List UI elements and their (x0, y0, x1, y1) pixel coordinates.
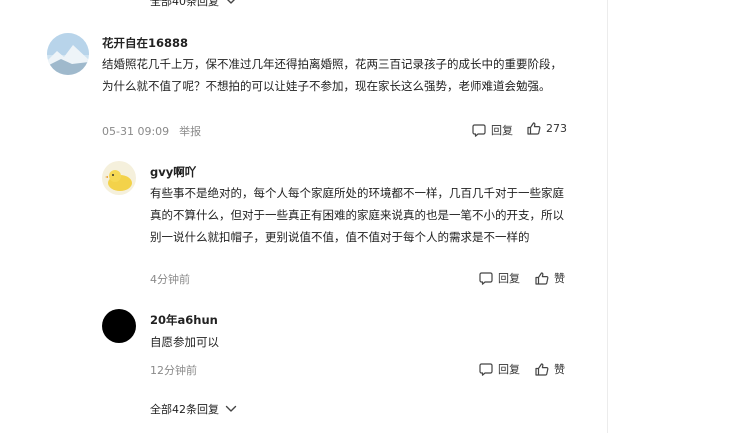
reply-time: 4分钟前 (150, 273, 190, 286)
top-expand-replies-link[interactable]: 全部40条回复 (150, 0, 237, 9)
bottom-expand-replies-link[interactable]: 全部42条回复 (150, 401, 237, 417)
comment-meta: 05-31 09:09 举报 (102, 123, 201, 139)
comment-time: 05-31 09:09 (102, 125, 170, 138)
comment-icon (472, 123, 486, 137)
like-button[interactable]: 赞 (535, 270, 565, 286)
reply-text: 有些事不是绝对的，每个人每个家庭所处的环境都不一样，几百几千对于一些家庭真的不算… (150, 186, 564, 244)
like-label: 赞 (554, 272, 565, 285)
reply-label: 回复 (491, 124, 513, 137)
reply-button[interactable]: 回复 (472, 122, 513, 138)
like-label: 赞 (554, 363, 565, 376)
reply-button[interactable]: 回复 (479, 270, 520, 286)
reply-username[interactable]: 20年a6hun (150, 312, 218, 328)
reply-text: 自愿参加可以 (150, 335, 219, 349)
comment-text: 结婚照花几千上万，保不准过几年还得拍离婚照，花两三百记录孩子的成长中的重要阶段，… (102, 57, 562, 93)
reply-label: 回复 (498, 272, 520, 285)
comment-icon (479, 362, 493, 376)
chevron-down-icon (225, 403, 237, 416)
like-count: 273 (546, 122, 567, 135)
reply-time: 12分钟前 (150, 364, 197, 377)
comment-icon (479, 271, 493, 285)
thumbs-up-icon (535, 362, 549, 376)
reply-button[interactable]: 回复 (479, 361, 520, 377)
reply-username[interactable]: gvy啊吖 (150, 164, 196, 180)
like-button[interactable]: 赞 (535, 361, 565, 377)
chevron-down-icon (225, 0, 237, 8)
report-button[interactable]: 举报 (179, 125, 201, 138)
thumbs-up-icon (527, 122, 541, 135)
expand-replies-label: 全部40条回复 (150, 0, 219, 8)
thumbs-up-icon (535, 271, 549, 285)
right-divider (607, 0, 608, 433)
avatar[interactable] (102, 309, 136, 343)
like-button[interactable]: 273 (527, 122, 567, 135)
avatar[interactable] (47, 33, 89, 75)
expand-replies-label: 全部42条回复 (150, 403, 219, 416)
comment-username[interactable]: 花开自在16888 (102, 35, 188, 51)
avatar[interactable] (102, 161, 136, 195)
reply-label: 回复 (498, 363, 520, 376)
